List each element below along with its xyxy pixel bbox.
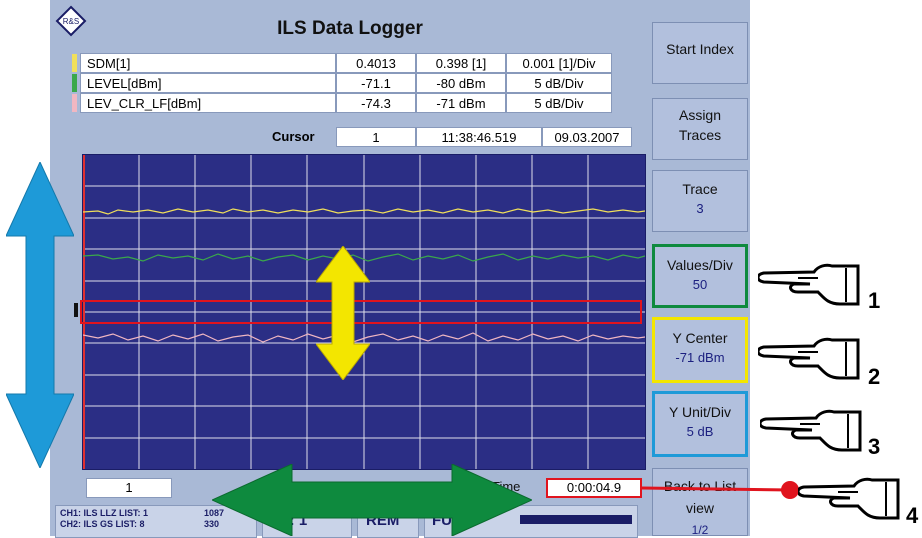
trace-center: -80 dBm — [416, 73, 506, 93]
trace-center: -71 dBm — [416, 93, 506, 113]
pointing-hand-icon — [758, 337, 860, 380]
cursor-label: Cursor — [272, 129, 315, 144]
cursor-index[interactable]: 1 — [336, 127, 416, 147]
pointing-hand-icon — [760, 409, 862, 452]
trace-name: SDM[1] — [80, 53, 336, 73]
time-scroll-arrow-icon — [212, 464, 532, 536]
y-center-arrow-icon — [316, 246, 370, 380]
trace-value: 0.4013 — [336, 53, 416, 73]
pointing-hand-icon — [798, 477, 900, 520]
y-unit-div-label: Y Unit/Div — [669, 404, 731, 420]
trace-color-swatch — [72, 94, 77, 112]
trace-name: LEVEL[dBm] — [80, 73, 336, 93]
trace-button-label: Trace — [682, 181, 718, 197]
page-indicator: 1/2 — [691, 523, 709, 536]
y-unit-div-value: 5 dB — [686, 424, 714, 439]
trace-button-value: 3 — [696, 201, 704, 216]
callout-number-3: 3 — [868, 434, 881, 459]
callout-number-4: 4 — [906, 503, 919, 528]
trace-name: LEV_CLR_LF[dBm] — [80, 93, 336, 113]
trace-div: 5 dB/Div — [506, 73, 612, 93]
pointing-hand-icon — [758, 263, 860, 306]
channel-1-info: CH1: ILS LLZ LIST: 1 — [60, 508, 149, 518]
channel-2-info: CH2: ILS GS LIST: 8 — [60, 519, 145, 529]
memory-bar — [520, 515, 632, 524]
assign-traces-button[interactable]: Assign Traces — [652, 98, 748, 160]
index-box[interactable]: 1 — [86, 478, 172, 498]
callout-number-1: 1 — [868, 288, 881, 313]
values-div-label: Values/Div — [667, 257, 733, 273]
trace-value: -71.1 — [336, 73, 416, 93]
trace-center: 0.398 [1] — [416, 53, 506, 73]
trace-color-swatch — [72, 54, 77, 72]
values-div-button[interactable]: Values/Div 50 — [652, 244, 748, 308]
cursor-time: 11:38:46.519 — [416, 127, 542, 147]
time-value-box: 0:00:04.9 — [546, 478, 642, 498]
y-center-label: Y Center — [672, 330, 728, 346]
start-index-button[interactable]: Start Index — [652, 22, 748, 84]
trace-div: 0.001 [1]/Div — [506, 53, 612, 73]
y-center-value: -71 dBm — [675, 350, 725, 365]
trace-button[interactable]: Trace 3 — [652, 170, 748, 232]
cursor-date: 09.03.2007 — [542, 127, 632, 147]
callout-number-2: 2 — [868, 364, 881, 389]
trace-value: -74.3 — [336, 93, 416, 113]
values-div-value: 50 — [692, 277, 708, 292]
trace-selector-marker — [74, 303, 78, 317]
trace-div: 5 dB/Div — [506, 93, 612, 113]
trace-color-swatch — [72, 74, 77, 92]
app-title: ILS Data Logger — [277, 18, 423, 39]
y-unit-div-button[interactable]: Y Unit/Div 5 dB — [652, 391, 748, 457]
vertical-scale-arrow-icon — [6, 162, 74, 468]
y-center-button[interactable]: Y Center -71 dBm — [652, 317, 748, 383]
callout-4-connector — [641, 481, 799, 499]
